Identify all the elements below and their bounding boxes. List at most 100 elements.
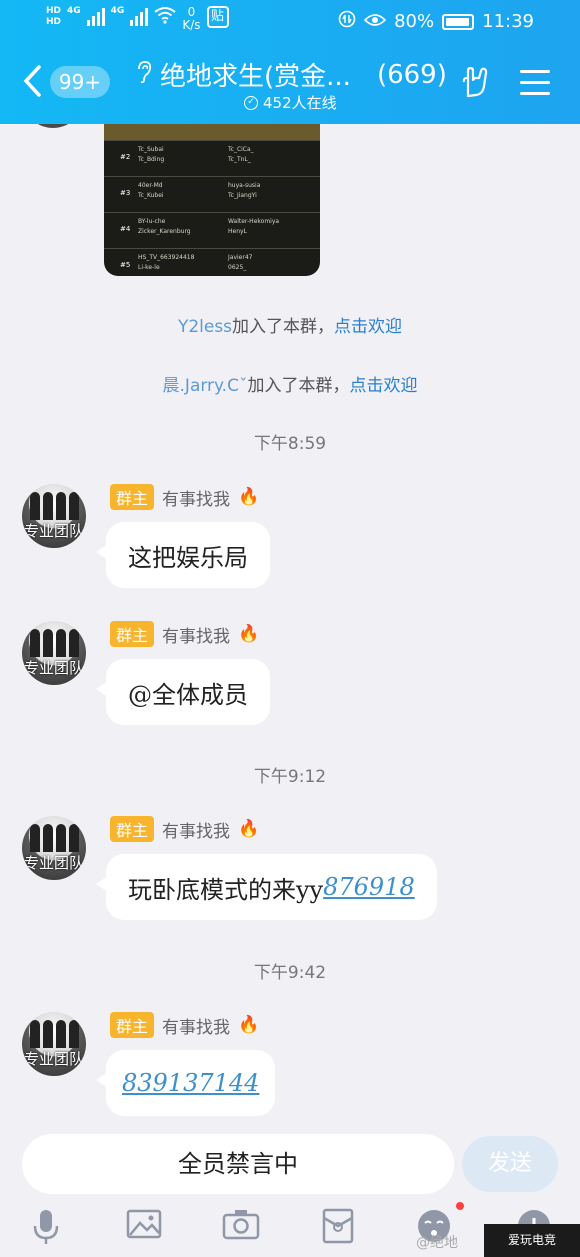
group-name: 绝地求生(赏金...	[160, 62, 351, 92]
avatar-caption: 专业团队	[23, 854, 84, 872]
system-message: 晨.⁠⁠Jarry.Cˇ加入了本群，点击欢迎	[0, 371, 580, 396]
sender-name[interactable]: 有事找我	[162, 817, 230, 842]
online-count: ✓ 452人在线	[244, 92, 337, 113]
avatar-figures	[28, 1020, 80, 1050]
sender-meta: 群主 有事找我 🔥	[110, 1012, 259, 1038]
system-message-name[interactable]: Y2less	[178, 317, 232, 337]
top-bar: HD HD 4G 4G 0 K/s 贴 80% 11:39 99+ 绝地求生(赏…	[0, 0, 580, 124]
message-bubble[interactable]: 这把娱乐局	[96, 522, 270, 588]
red-packet-icon[interactable]	[320, 1208, 356, 1244]
player-name: Walter-Hekomiya	[228, 218, 280, 225]
welcome-link[interactable]: 点击欢迎	[349, 376, 417, 396]
avatar-figures	[28, 492, 80, 522]
player-name: Li-ke-le	[138, 264, 160, 271]
avatar-caption: 专业团队	[23, 522, 84, 540]
role-badge: 群主	[110, 621, 155, 647]
battery-icon	[442, 13, 475, 30]
message-bubble[interactable]: 玩卧底模式的来yy 876918	[96, 854, 437, 920]
player-name: Zicker_Karenburg	[138, 228, 191, 235]
sender-meta: 群主 有事找我 🔥	[110, 484, 259, 510]
notification-dot	[456, 1202, 464, 1210]
rank-number: #3	[120, 189, 131, 197]
net-type: 4G	[67, 6, 81, 16]
net-type: 4G	[110, 6, 125, 16]
bubble-tail	[96, 876, 108, 892]
wifi-icon	[154, 6, 176, 29]
player-name: Tc_Subai	[138, 146, 164, 153]
status-bar: HD HD 4G 4G 0 K/s 贴 80% 11:39	[0, 0, 580, 42]
player-name: BY-lu-che	[138, 218, 166, 225]
avatar-figures	[28, 824, 80, 854]
hd-badge: HD	[46, 6, 62, 16]
bubble-tail	[96, 681, 108, 697]
fire-icon: 🔥	[238, 1015, 260, 1035]
message-bubble[interactable]: 839137144	[96, 1050, 276, 1116]
nav-bar: 99+ 绝地求生(赏金... (669) ✓ 452人在线	[0, 48, 580, 118]
player-name: Tc_JiangYi	[228, 192, 257, 199]
group-title[interactable]: 绝地求生(赏金... (669)	[136, 56, 447, 93]
player-name: huya-susia	[228, 182, 261, 189]
message-link[interactable]: 876918	[323, 873, 415, 901]
player-name: 40er-Md	[138, 182, 163, 189]
ranking-list: #2 Tc_Subai Tc_Bding Tc_CiCa_ Tc_TnL_ #3 40er-…	[104, 140, 320, 276]
avatar[interactable]: 专业团队	[22, 816, 86, 880]
sender-name[interactable]: 有事找我	[162, 1013, 230, 1038]
watermark-handle: @绝地	[416, 1235, 458, 1251]
bubble-tail	[96, 1072, 108, 1088]
player-name: 0625_	[228, 264, 247, 271]
watermark-logo: 爱玩电竞	[484, 1224, 580, 1257]
shared-image[interactable]: #2 Tc_Subai Tc_Bding Tc_CiCa_ Tc_TnL_ #3 40er-…	[104, 112, 320, 276]
signal-icon	[86, 6, 105, 26]
avatar[interactable]: 专业团队	[22, 621, 86, 685]
battery-percent: 80%	[394, 11, 435, 32]
clock: 11:39	[482, 11, 534, 32]
image-icon[interactable]	[126, 1208, 162, 1244]
timestamp: 下午9:12	[253, 767, 327, 787]
microphone-icon[interactable]	[28, 1208, 64, 1244]
message-bubble[interactable]: @全体成员	[96, 659, 270, 725]
role-badge: 群主	[110, 484, 155, 510]
sender-name[interactable]: 有事找我	[162, 622, 230, 647]
role-badge: 群主	[110, 816, 155, 842]
camera-icon[interactable]	[222, 1208, 260, 1244]
avatar[interactable]: 专业团队	[22, 1012, 86, 1076]
player-name: Tc_Bding	[138, 156, 165, 163]
avatar-figures	[28, 629, 80, 659]
welcome-link[interactable]: 点击欢迎	[334, 317, 402, 337]
hd-indicators: HD HD	[46, 6, 61, 28]
avatar[interactable]: 专业团队	[22, 484, 86, 548]
message-text: 这把娱乐局	[128, 543, 248, 572]
message-input[interactable]: 全员禁言中	[22, 1134, 454, 1194]
hamburger-icon[interactable]	[520, 70, 550, 103]
unread-badge[interactable]: 99+	[50, 66, 110, 98]
role-badge: 群主	[110, 1012, 155, 1038]
online-text: 452人在线	[263, 94, 337, 112]
sender-name[interactable]: 有事找我	[162, 485, 230, 510]
chevron-left-icon[interactable]	[22, 64, 42, 104]
rank-number: #2	[120, 153, 131, 161]
rock-hand-icon[interactable]	[460, 66, 492, 106]
player-name: HS_TV_663924418	[138, 254, 195, 261]
avatar-caption: 专业团队	[23, 1050, 84, 1068]
member-count: (669)	[376, 59, 447, 90]
tieba-notification-icon: 贴	[206, 6, 229, 28]
ranking-row: #5 HS_TV_663924418 Li-ke-le Javier47 0625_	[104, 248, 320, 276]
player-name: Javier47	[228, 254, 253, 261]
system-message-name[interactable]: 晨.⁠⁠Jarry.Cˇ	[163, 376, 248, 396]
hd-badge: HD	[46, 17, 62, 27]
net-speed: 0 K/s	[182, 6, 200, 32]
send-button[interactable]: 发送	[462, 1136, 558, 1192]
ear-icon	[136, 60, 152, 90]
status-left: HD HD 4G 4G 0 K/s 贴	[46, 6, 229, 32]
message-text: 玩卧底模式的来yy	[128, 875, 324, 904]
message-link[interactable]: 839137144	[122, 1069, 259, 1097]
ranking-row: #3 40er-Md Tc_Kubei huya-susia Tc_JiangYi	[104, 176, 320, 212]
message-text: @全体成员	[128, 680, 248, 709]
eye-comfort-icon	[363, 11, 387, 32]
player-name: Tc_TnL_	[228, 156, 251, 163]
bubble-tail	[96, 544, 108, 560]
rank-number: #5	[120, 261, 131, 269]
fire-icon: 🔥	[238, 487, 260, 507]
system-message: Y2less加入了本群，点击欢迎	[0, 312, 580, 337]
status-right: 80% 11:39	[338, 10, 534, 33]
